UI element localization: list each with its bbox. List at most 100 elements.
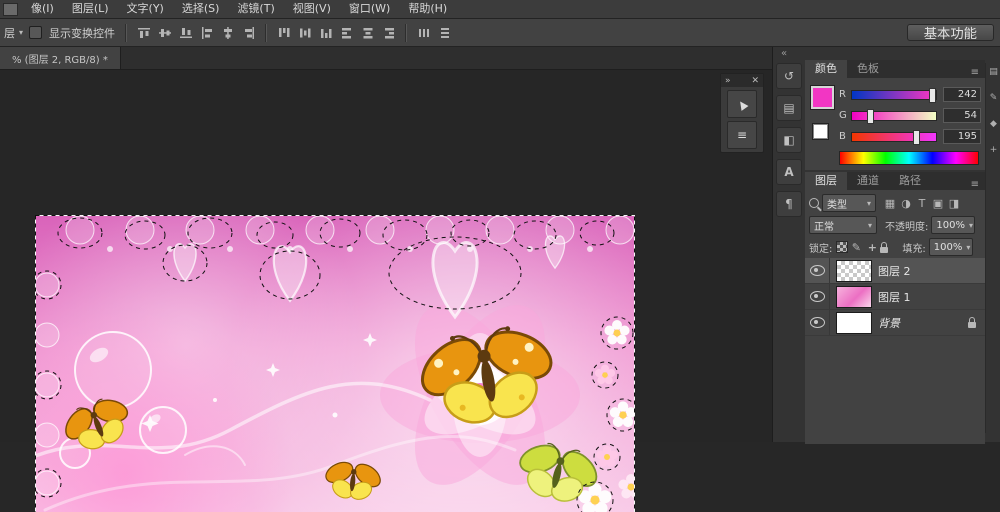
menu-filter[interactable]: 滤镜(T) xyxy=(228,0,283,18)
foreground-color-swatch[interactable] xyxy=(811,86,834,109)
menu-help[interactable]: 帮助(H) xyxy=(399,0,456,18)
tab-layers[interactable]: 图层 xyxy=(805,172,847,190)
blend-mode-row: 正常 ▾ 不透明度: 100% ▾ xyxy=(805,214,985,236)
channel-row-g: G 54 xyxy=(839,105,981,126)
layer-thumbnail[interactable] xyxy=(836,286,872,308)
color-panel-body: R 242 G 54 B 195 xyxy=(805,78,985,170)
distribute-horizontal-spacing-icon[interactable] xyxy=(413,23,434,43)
lock-image-pixels-icon[interactable]: ✎ xyxy=(848,241,864,254)
green-slider[interactable] xyxy=(851,111,937,121)
menu-image[interactable]: 像(I) xyxy=(22,0,63,18)
lock-row: 锁定: ✎ + 填充: 100% ▾ xyxy=(805,236,985,258)
red-slider[interactable] xyxy=(851,90,937,100)
menu-bar: 像(I) 图层(L) 文字(Y) 选择(S) 滤镜(T) 视图(V) 窗口(W)… xyxy=(0,0,1000,19)
floating-tool-panel: » ✕ ▲ ≡ xyxy=(720,73,764,153)
menu-layer[interactable]: 图层(L) xyxy=(63,0,118,18)
filter-adjustment-layers-icon[interactable]: ◑ xyxy=(898,197,914,210)
distribute-left-edges-icon[interactable] xyxy=(336,23,357,43)
blue-slider[interactable] xyxy=(851,132,937,142)
eye-icon xyxy=(810,317,825,328)
layer-thumbnail[interactable] xyxy=(836,312,872,334)
distribute-right-edges-icon[interactable] xyxy=(378,23,399,43)
menu-window[interactable]: 窗口(W) xyxy=(340,0,399,18)
align-horizontal-centers-icon[interactable] xyxy=(217,23,238,43)
menu-type[interactable]: 文字(Y) xyxy=(118,0,173,18)
align-right-edges-icon[interactable] xyxy=(238,23,259,43)
workspace-switcher-button[interactable]: 基本功能 xyxy=(907,24,994,41)
expand-panel-icon[interactable]: » xyxy=(725,76,731,86)
document-tab-bar: % (图层 2, RGB/8) * xyxy=(0,47,772,70)
layers-panel-body: 类型 ▾ ▦ ◑ T ▣ ◨ 正常 ▾ 不透明度: 100% ▾ xyxy=(805,190,985,444)
tab-color[interactable]: 颜色 xyxy=(805,60,847,78)
character-panel-icon[interactable]: A xyxy=(776,159,802,185)
distribute-vertical-spacing-icon[interactable] xyxy=(434,23,455,43)
distribute-vertical-centers-icon[interactable] xyxy=(294,23,315,43)
panel-dock-icon-1[interactable]: ▤ xyxy=(987,63,1000,81)
panel-dock-icon-2[interactable]: ✎ xyxy=(987,89,1000,107)
document-tab[interactable]: % (图层 2, RGB/8) * xyxy=(0,47,121,69)
panel-menu-icon[interactable]: ≡ xyxy=(971,179,985,190)
show-transform-checkbox[interactable] xyxy=(29,26,42,39)
layer-row-layer2[interactable]: 图层 2 xyxy=(805,258,985,284)
collapse-dock-icon[interactable]: « xyxy=(781,48,787,59)
red-slider-thumb[interactable] xyxy=(929,88,936,103)
filter-smart-objects-icon[interactable]: ◨ xyxy=(946,197,962,210)
fill-label: 填充: xyxy=(902,240,925,255)
visibility-toggle[interactable] xyxy=(805,284,830,309)
tab-paths[interactable]: 路径 xyxy=(889,172,931,190)
lock-all-icon[interactable] xyxy=(880,247,888,253)
properties-panel-icon[interactable]: ▤ xyxy=(776,95,802,121)
visibility-toggle[interactable] xyxy=(805,310,830,335)
lock-transparent-pixels-icon[interactable] xyxy=(836,241,848,253)
show-transform-label[interactable]: 显示变换控件 xyxy=(49,25,115,41)
panel-menu-icon[interactable]: ≡ xyxy=(971,67,985,78)
blue-slider-thumb[interactable] xyxy=(913,130,920,145)
layer-row-background[interactable]: 背景 xyxy=(805,310,985,336)
panel-dock-icon-3[interactable]: ◆ xyxy=(987,115,1000,133)
align-bottom-edges-icon[interactable] xyxy=(175,23,196,43)
right-dock: « ↺ ▤ ◧ A ¶ 颜色 色板 ≡ R 242 G xyxy=(772,47,1000,442)
history-panel-icon[interactable]: ↺ xyxy=(776,63,802,89)
filter-type-dropdown[interactable]: 类型 ▾ xyxy=(822,194,876,212)
chevron-down-icon[interactable]: ▾ xyxy=(19,28,23,37)
opacity-label: 不透明度: xyxy=(885,218,928,233)
distribute-bottom-edges-icon[interactable] xyxy=(315,23,336,43)
align-top-edges-icon[interactable] xyxy=(133,23,154,43)
layer-thumbnail[interactable] xyxy=(836,260,872,282)
tab-channels[interactable]: 通道 xyxy=(847,172,889,190)
menu-view[interactable]: 视图(V) xyxy=(284,0,340,18)
background-color-swatch[interactable] xyxy=(813,124,828,139)
align-left-edges-icon[interactable] xyxy=(196,23,217,43)
lock-position-icon[interactable]: + xyxy=(864,241,880,254)
blue-value[interactable]: 195 xyxy=(943,129,981,144)
tab-swatches[interactable]: 色板 xyxy=(847,60,889,78)
fill-value-dropdown[interactable]: 100% ▾ xyxy=(929,238,973,256)
menu-select[interactable]: 选择(S) xyxy=(173,0,229,18)
visibility-toggle[interactable] xyxy=(805,258,830,283)
paragraph-panel-icon[interactable]: ¶ xyxy=(776,191,802,217)
float-adjust-tool-icon[interactable]: ≡ xyxy=(727,121,757,149)
info-panel-icon[interactable]: ◧ xyxy=(776,127,802,153)
color-spectrum-ramp[interactable] xyxy=(839,151,979,165)
green-value[interactable]: 54 xyxy=(943,108,981,123)
filter-pixel-layers-icon[interactable]: ▦ xyxy=(882,197,898,210)
opacity-value-dropdown[interactable]: 100% ▾ xyxy=(931,216,975,234)
auto-select-layer-label[interactable]: 层 xyxy=(4,25,15,41)
red-value[interactable]: 242 xyxy=(943,87,981,102)
blend-mode-dropdown[interactable]: 正常 ▾ xyxy=(809,216,877,234)
separator xyxy=(265,24,267,42)
green-slider-thumb[interactable] xyxy=(867,109,874,124)
distribute-top-edges-icon[interactable] xyxy=(273,23,294,43)
close-icon[interactable]: ✕ xyxy=(751,76,759,86)
layer-row-layer1[interactable]: 图层 1 xyxy=(805,284,985,310)
lock-icon xyxy=(968,322,976,328)
filter-type-layers-icon[interactable]: T xyxy=(914,197,930,210)
panel-dock-icon-4[interactable]: + xyxy=(987,141,1000,159)
filter-shape-layers-icon[interactable]: ▣ xyxy=(930,197,946,210)
app-icon xyxy=(3,3,18,16)
document-image[interactable] xyxy=(35,215,635,512)
distribute-horizontal-centers-icon[interactable] xyxy=(357,23,378,43)
align-vertical-centers-icon[interactable] xyxy=(154,23,175,43)
canvas-area[interactable] xyxy=(0,70,772,442)
float-cursor-tool-icon[interactable]: ▲ xyxy=(727,90,757,118)
